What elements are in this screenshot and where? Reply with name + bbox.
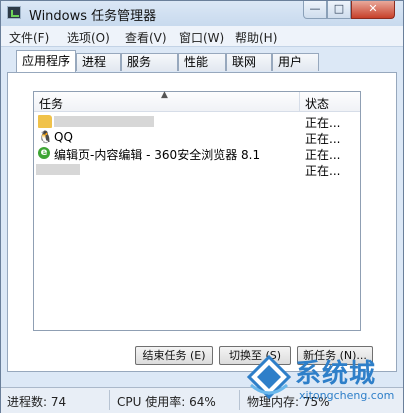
status-divider: [109, 390, 110, 410]
task-row[interactable]: e 编辑页-内容编辑 - 360安全浏览器 8.1 正在...: [34, 146, 360, 162]
tab-strip: 应用程序 进程 服务 性能 联网 用户: [1, 48, 403, 73]
folder-icon: [38, 115, 52, 128]
task-manager-icon: [7, 6, 21, 19]
tab-networking[interactable]: 联网: [226, 53, 272, 71]
task-list[interactable]: 任务 ▲ 状态 正在... 🐧 QQ 正在... e 编辑页-内容编辑 - 36…: [33, 90, 361, 331]
menu-window[interactable]: 窗口(W): [179, 29, 224, 46]
blurred-task-name: [36, 164, 80, 175]
blurred-task-name: [54, 116, 154, 127]
tab-users[interactable]: 用户: [272, 53, 319, 71]
window-title: Windows 任务管理器: [29, 9, 157, 24]
menu-bar: 文件(F) 选项(O) 查看(V) 窗口(W) 帮助(H): [1, 26, 403, 47]
process-count: 进程数: 74: [7, 395, 67, 409]
watermark-url: xitongcheng.com: [299, 389, 395, 402]
end-task-button[interactable]: 结束任务 (E): [135, 346, 213, 365]
task-row[interactable]: 🐧 QQ 正在...: [34, 130, 360, 146]
task-row[interactable]: 正在...: [34, 114, 360, 130]
list-header: 任务 ▲ 状态: [34, 90, 360, 112]
task-status: 正在...: [305, 116, 341, 130]
site-watermark: 系统城 xitongcheng.com: [245, 353, 403, 411]
tab-applications[interactable]: 应用程序: [16, 50, 76, 72]
status-divider: [239, 390, 240, 410]
360-browser-icon: e: [38, 147, 50, 159]
column-divider[interactable]: [299, 92, 300, 111]
cpu-usage: CPU 使用率: 64%: [117, 395, 216, 409]
column-header-status[interactable]: 状态: [305, 95, 329, 112]
title-bar[interactable]: Windows 任务管理器 — □ ✕: [1, 1, 403, 26]
task-status: 正在...: [305, 148, 341, 162]
watermark-logo-icon: [246, 355, 292, 400]
tab-services[interactable]: 服务: [121, 53, 178, 71]
menu-view[interactable]: 查看(V): [125, 29, 167, 46]
tab-processes[interactable]: 进程: [76, 53, 121, 71]
qq-penguin-icon: 🐧: [38, 130, 53, 144]
task-status: 正在...: [305, 164, 341, 178]
task-row[interactable]: 正在...: [34, 162, 360, 178]
watermark-text: 系统城: [295, 359, 377, 389]
tab-performance[interactable]: 性能: [178, 53, 226, 71]
close-button[interactable]: ✕: [351, 1, 395, 19]
menu-file[interactable]: 文件(F): [9, 29, 49, 46]
task-manager-window: Windows 任务管理器 — □ ✕ 文件(F) 选项(O) 查看(V) 窗口…: [0, 0, 404, 413]
menu-options[interactable]: 选项(O): [67, 29, 110, 46]
sort-ascending-icon: ▲: [161, 90, 168, 100]
minimize-button[interactable]: —: [303, 1, 327, 19]
task-status: 正在...: [305, 132, 341, 146]
task-name: QQ: [54, 130, 73, 144]
menu-help[interactable]: 帮助(H): [235, 29, 277, 46]
column-header-task[interactable]: 任务: [39, 95, 63, 112]
maximize-button[interactable]: □: [327, 1, 351, 19]
task-name: 编辑页-内容编辑 - 360安全浏览器 8.1: [54, 148, 261, 162]
